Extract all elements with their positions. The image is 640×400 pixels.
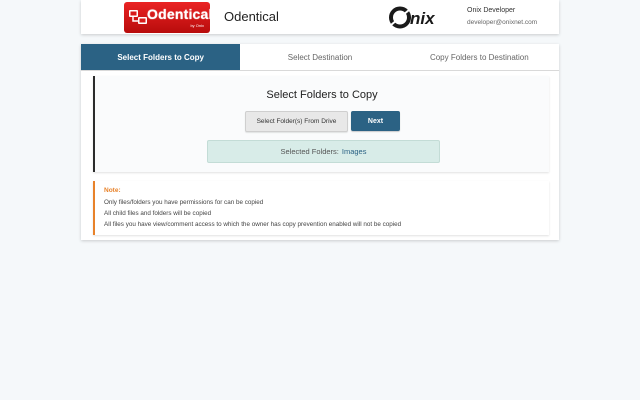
note-panel: Note: Only files/folders you have permis… xyxy=(93,181,549,235)
user-email: developer@onixnet.com xyxy=(467,19,538,26)
app-title: Odentical xyxy=(224,9,279,24)
select-folders-panel: Select Folders to Copy Select Folder(s) … xyxy=(93,76,549,172)
select-folders-button[interactable]: Select Folder(s) From Drive xyxy=(245,111,348,132)
tab-select-destination[interactable]: Select Destination xyxy=(240,44,400,70)
app-header: Odentical by Onix Odentical nix Onix Dev… xyxy=(81,0,559,34)
note-line: Only files/folders you have permissions … xyxy=(104,199,264,206)
note-line: All child files and folders will be copi… xyxy=(104,210,212,217)
user-name: Onix Developer xyxy=(467,7,516,14)
wizard-card: Select Folders to Copy Select Destinatio… xyxy=(81,44,559,240)
selected-folders-display: Selected Folders: Images xyxy=(207,140,440,163)
logo-wordmark: Odentical xyxy=(147,6,213,22)
note-title: Note: xyxy=(104,187,121,194)
odentical-logo: Odentical by Onix xyxy=(124,2,213,33)
step-heading: Select Folders to Copy xyxy=(266,89,378,101)
wizard-tabs: Select Folders to Copy Select Destinatio… xyxy=(81,44,559,71)
note-line: All files you have view/comment access t… xyxy=(104,221,402,228)
tab-select-folders[interactable]: Select Folders to Copy xyxy=(81,44,241,70)
svg-text:nix: nix xyxy=(410,9,436,28)
onix-logo: nix xyxy=(389,6,436,29)
selected-folders-label: Selected Folders: xyxy=(280,147,339,156)
logo-byline: by Onix xyxy=(190,23,204,28)
next-button[interactable]: Next xyxy=(351,111,400,131)
selected-folder-link[interactable]: Images xyxy=(342,147,367,156)
tab-copy-folders[interactable]: Copy Folders to Destination xyxy=(399,44,559,70)
folder-copy-icon xyxy=(129,10,147,24)
